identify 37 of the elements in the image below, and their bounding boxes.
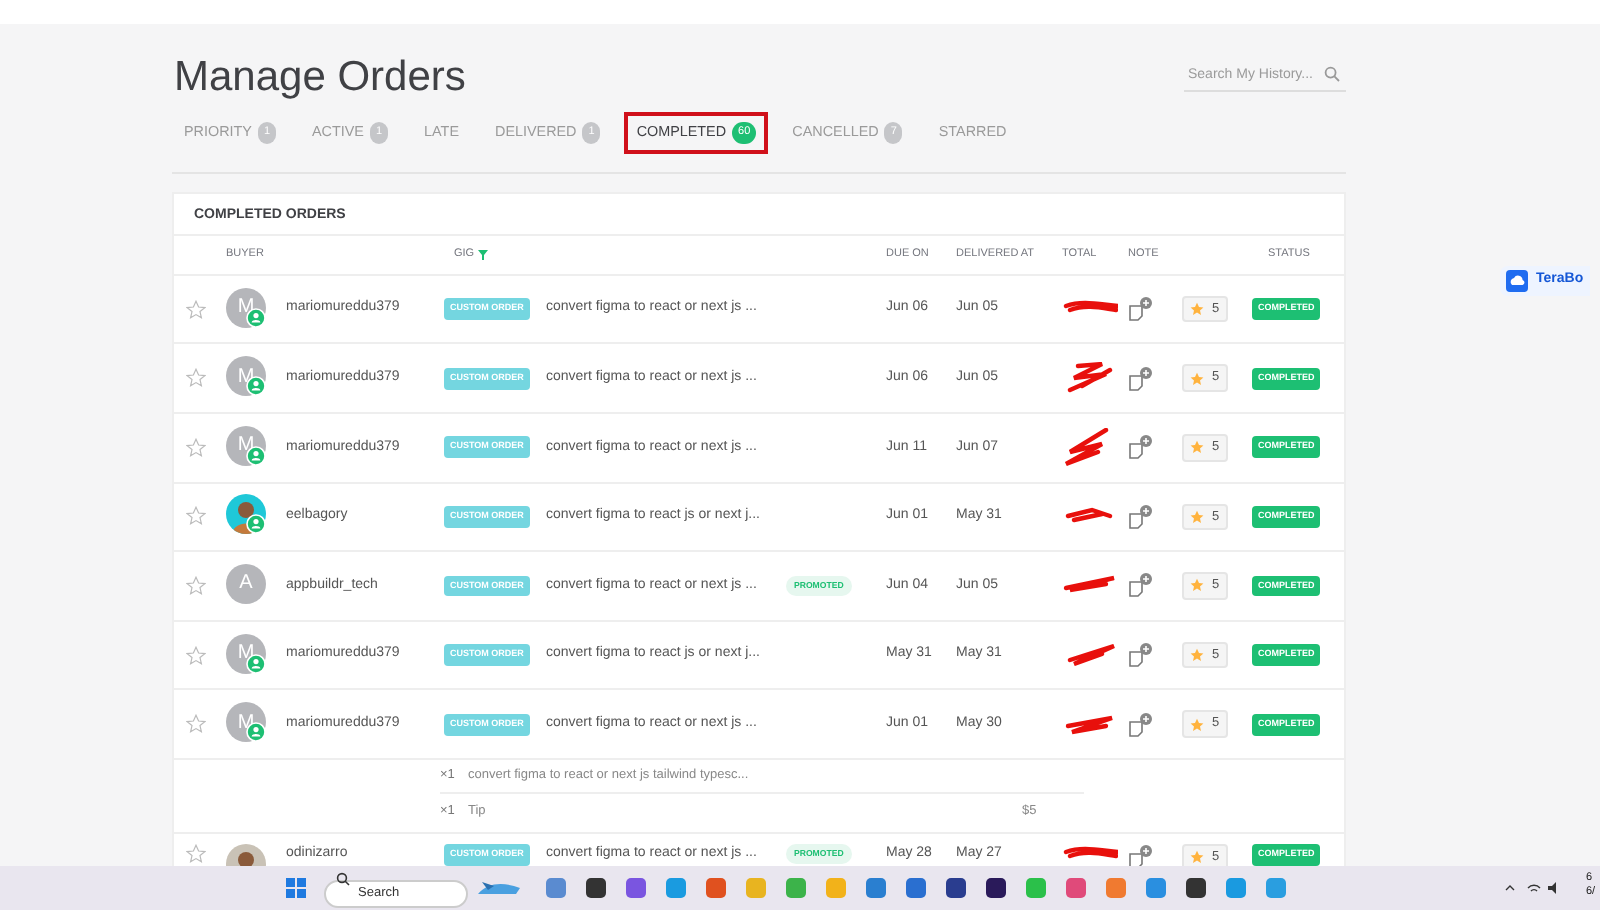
search-icon[interactable] [336,872,350,886]
add-note-icon[interactable] [1128,296,1154,323]
system-tray-icon[interactable] [1504,880,1558,896]
add-note-icon[interactable] [1128,843,1154,866]
whale-icon[interactable] [476,878,524,898]
star-icon[interactable] [186,714,206,735]
add-note-icon[interactable] [1128,642,1154,669]
add-note-icon[interactable] [1128,711,1154,738]
scribble-drawing [1062,713,1118,736]
scribble-drawing [1062,644,1118,667]
page-title: Manage Orders [174,54,466,102]
star-icon[interactable] [186,575,206,596]
star-icon [1190,850,1204,865]
star-icon [1190,302,1204,317]
add-note-icon[interactable] [1128,572,1154,599]
star-icon [1190,371,1204,386]
scribble-drawing [1062,505,1118,528]
add-note-icon[interactable] [1128,365,1154,392]
scribble-drawing [1062,362,1118,395]
start-icon[interactable] [286,878,306,898]
star-icon [1190,717,1204,732]
star-icon [1190,648,1204,663]
star-icon [1190,578,1204,593]
star-icon[interactable] [186,437,206,458]
star-icon[interactable] [186,506,206,527]
add-note-icon[interactable] [1128,434,1154,461]
avatar: A [226,563,266,604]
star-icon[interactable] [186,299,206,320]
scribble-drawing [1062,574,1118,597]
star-icon [1190,509,1204,524]
star-icon[interactable] [186,368,206,389]
star-icon[interactable] [186,843,206,864]
star-icon [1190,440,1204,455]
star-icon[interactable] [186,645,206,666]
add-note-icon[interactable] [1128,503,1154,530]
cloud-icon [1506,270,1528,292]
filter-icon[interactable] [478,249,489,260]
